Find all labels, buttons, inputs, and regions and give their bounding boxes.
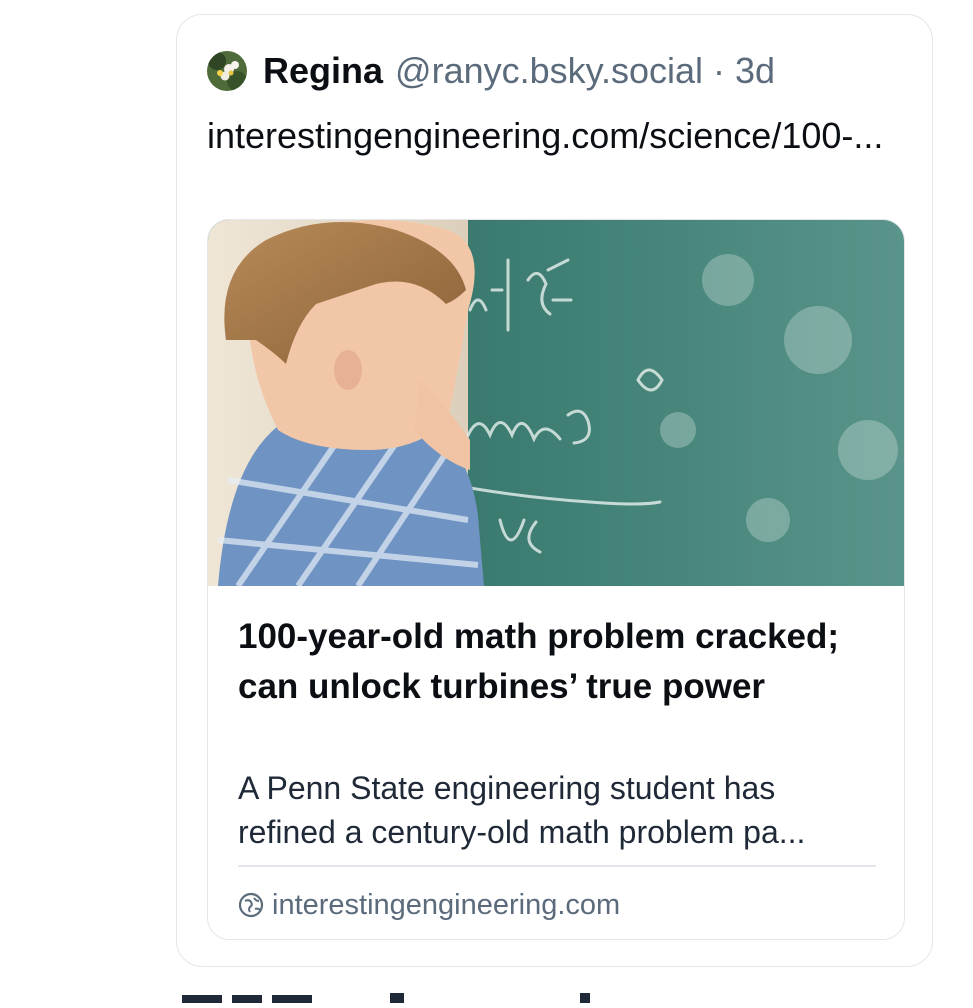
link-card-description: A Penn State engineering student has ref… <box>238 770 806 850</box>
post-header: Regina @ranyc.bsky.social · 3d <box>207 49 775 93</box>
link-card-domain: interestingengineering.com <box>272 888 621 921</box>
author-name[interactable]: Regina <box>263 50 383 92</box>
avatar[interactable] <box>207 51 247 91</box>
link-card-title[interactable]: 100-year-old math problem cracked; can u… <box>238 612 878 712</box>
next-post-peek <box>180 990 800 1003</box>
globe-icon <box>238 892 264 918</box>
link-card-divider <box>238 865 876 867</box>
separator: · <box>713 50 725 91</box>
link-preview-card[interactable]: 100-year-old math problem cracked; can u… <box>207 219 905 940</box>
post-text[interactable]: interestingengineering.com/science/100-.… <box>207 107 887 164</box>
link-card-domain-row[interactable]: interestingengineering.com <box>238 885 620 925</box>
post-card[interactable]: Regina @ranyc.bsky.social · 3d interesti… <box>176 14 933 967</box>
post-timestamp[interactable]: 3d <box>735 50 775 92</box>
link-thumbnail-image[interactable] <box>208 220 904 586</box>
author-handle[interactable]: @ranyc.bsky.social <box>395 50 703 92</box>
